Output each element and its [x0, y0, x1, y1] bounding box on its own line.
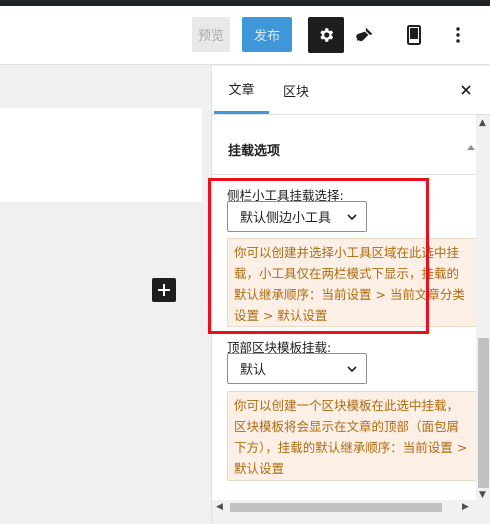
- horizontal-scroll-thumb[interactable]: [230, 503, 442, 512]
- editor-canvas: [0, 66, 211, 524]
- panel-title[interactable]: 挂载选项: [228, 140, 280, 159]
- tab-block[interactable]: 区块: [274, 66, 318, 114]
- top-block-note: 你可以创建一个区块模板在此选中挂载，区块模板将会显示在文章的顶部（面包屑下方），…: [227, 391, 477, 481]
- caret-up-icon[interactable]: [466, 142, 476, 152]
- chevron-down-icon: [347, 366, 357, 373]
- preview-button[interactable]: 预览: [192, 17, 230, 52]
- bottom-strip: [212, 515, 490, 524]
- more-options-button[interactable]: [440, 17, 476, 53]
- gear-icon: [320, 28, 334, 42]
- top-block-select-value: 默认: [240, 363, 267, 378]
- publish-button[interactable]: 发布: [242, 17, 292, 52]
- style-button[interactable]: [347, 17, 383, 53]
- more-vertical-icon: [456, 27, 460, 43]
- tabs-divider: [212, 114, 490, 115]
- block-inserter-button[interactable]: [152, 278, 176, 302]
- top-block-select[interactable]: 默认: [227, 353, 367, 384]
- scroll-right-arrow-icon[interactable]: ▶: [462, 502, 469, 512]
- tab-post[interactable]: 文章: [214, 66, 269, 114]
- brush-icon: [356, 27, 373, 42]
- mobile-icon: [407, 25, 421, 45]
- horizontal-scrollbar[interactable]: ◀ ▶: [212, 500, 476, 515]
- panel-divider: [212, 174, 476, 175]
- content-block[interactable]: [0, 108, 202, 202]
- scroll-left-arrow-icon[interactable]: ◀: [216, 502, 223, 512]
- settings-button[interactable]: [308, 17, 344, 53]
- plus-icon: [158, 284, 170, 296]
- scroll-up-arrow-icon[interactable]: ▲: [479, 118, 486, 128]
- scroll-down-arrow-icon[interactable]: ▼: [479, 490, 486, 500]
- highlight-box: [208, 178, 429, 334]
- mobile-preview-button[interactable]: [396, 17, 432, 53]
- close-icon: [461, 85, 471, 95]
- editor-header: 预览 发布: [0, 6, 490, 65]
- close-sidebar-button[interactable]: [455, 78, 477, 102]
- vertical-scroll-thumb[interactable]: [478, 338, 489, 488]
